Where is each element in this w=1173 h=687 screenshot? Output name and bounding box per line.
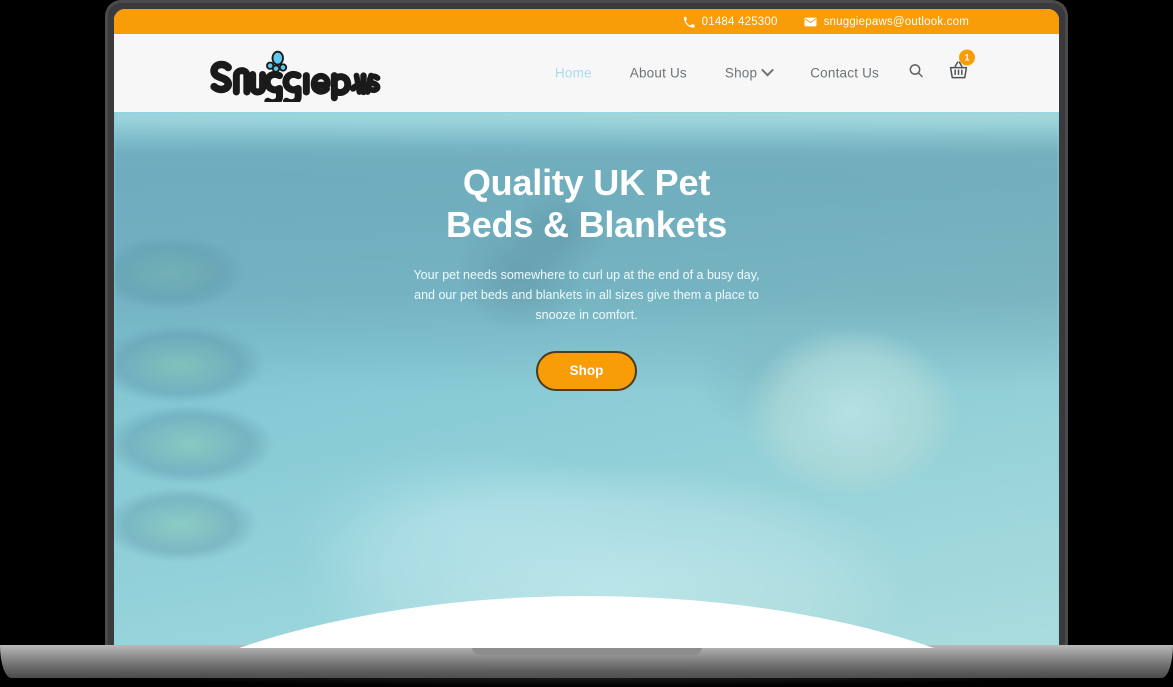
nav-label-home: Home bbox=[554, 65, 592, 81]
hero-section: Quality UK Pet Beds & Blankets Your pet … bbox=[114, 112, 1059, 648]
laptop-shadow bbox=[30, 670, 1143, 686]
email-address: snuggiepaws@outlook.com bbox=[823, 15, 969, 28]
nav-item-shop[interactable]: Shop bbox=[706, 63, 791, 81]
nav-label-about-us: About Us bbox=[629, 65, 687, 81]
phone-icon bbox=[683, 16, 695, 28]
hero-shop-button[interactable]: Shop bbox=[535, 351, 638, 391]
chevron-down-icon bbox=[761, 63, 775, 77]
laptop-screen: 01484 425300 snuggiepaws@outlook.com Hom… bbox=[114, 9, 1059, 648]
hero-subtitle: Your pet needs somewhere to curl up at t… bbox=[413, 267, 760, 323]
nav-item-contact-us[interactable]: Contact Us bbox=[791, 66, 898, 81]
main-navigation: Home About Us Shop Contact Us 1 bbox=[536, 49, 975, 86]
cart-count-badge: 1 bbox=[959, 49, 975, 66]
nav-item-home[interactable]: Home bbox=[536, 66, 611, 81]
envelope-icon bbox=[804, 17, 817, 27]
hero-title-line-1: Quality UK Pet bbox=[462, 162, 711, 203]
contact-topbar: 01484 425300 snuggiepaws@outlook.com bbox=[114, 9, 1059, 34]
hero-content: Quality UK Pet Beds & Blankets Your pet … bbox=[114, 112, 1059, 648]
site-header: Home About Us Shop Contact Us 1 bbox=[114, 34, 1059, 112]
phone-contact[interactable]: 01484 425300 bbox=[683, 16, 778, 28]
cart-button[interactable]: 1 bbox=[934, 49, 975, 86]
nav-label-contact-us: Contact Us bbox=[810, 65, 879, 81]
email-contact[interactable]: snuggiepaws@outlook.com bbox=[804, 16, 969, 28]
site-logo[interactable] bbox=[206, 44, 381, 102]
nav-label-shop: Shop bbox=[724, 65, 758, 81]
screenshot-stage: 01484 425300 snuggiepaws@outlook.com Hom… bbox=[0, 0, 1173, 687]
search-icon bbox=[908, 63, 924, 84]
phone-number: 01484 425300 bbox=[701, 15, 778, 28]
laptop-frame: 01484 425300 snuggiepaws@outlook.com Hom… bbox=[105, 0, 1068, 648]
search-button[interactable] bbox=[898, 63, 934, 84]
hero-title-line-2: Beds & Blankets bbox=[445, 203, 728, 245]
hero-title: Quality UK Pet Beds & Blankets bbox=[446, 162, 727, 246]
nav-item-about-us[interactable]: About Us bbox=[611, 66, 706, 81]
